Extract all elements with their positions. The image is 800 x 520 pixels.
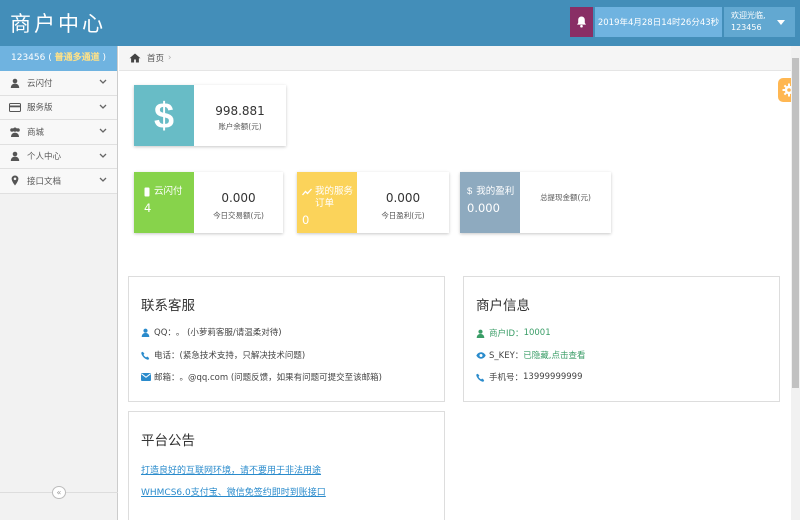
user-icon xyxy=(141,328,151,337)
chevron-down-icon xyxy=(99,128,107,133)
sidebar: 123456 ( 普通多通道 ) 云闪付 服务版 商城 个人中心 接口文档 « xyxy=(0,46,118,520)
yunshanfu-tile: 云闪付 4 xyxy=(134,172,194,233)
qq-label: QQ： xyxy=(154,328,176,338)
service-order-title: 我的服务订单 xyxy=(315,186,354,209)
email-value: 。@qq.com (问题反馈，如果有问题可提交至该邮箱) xyxy=(179,373,382,383)
notice-link[interactable]: WHMCS6.0支付宝、微信免签约即时到账接口 xyxy=(141,485,326,498)
username: 123456 xyxy=(731,23,762,32)
merchant-id-label: 商户ID： xyxy=(489,329,524,339)
merchant-id-value: 10001 xyxy=(523,328,551,338)
trending-up-icon xyxy=(302,188,312,196)
app-title: 商户中心 xyxy=(10,12,106,36)
map-marker-icon xyxy=(9,175,21,187)
user-icon xyxy=(9,150,21,162)
eye-icon xyxy=(476,351,486,359)
service-order-value: 0.000 xyxy=(385,191,421,205)
sidebar-item-personal[interactable]: 个人中心 xyxy=(0,144,117,169)
sidebar-item-service[interactable]: 服务版 xyxy=(0,95,117,120)
sidebar-collapse-button[interactable]: « xyxy=(52,486,66,499)
merchant-phone-label: 手机号： xyxy=(489,373,524,383)
yunshanfu-label: 今日交易额(元) xyxy=(213,211,264,220)
datetime-display: 2019年4月28日14时26分43秒 xyxy=(595,7,722,37)
profit-title: 我的盈利 xyxy=(476,186,515,197)
users-icon xyxy=(9,126,21,138)
skey-reveal-link[interactable]: 已隐藏,点击查看 xyxy=(523,349,585,361)
notice-title: 平台公告 xyxy=(141,433,195,449)
welcome-text: 欢迎光临, xyxy=(731,11,766,20)
yunshanfu-title: 云闪付 xyxy=(154,186,183,197)
page-scrollbar[interactable] xyxy=(791,46,800,520)
merchant-phone-value: 13999999999 xyxy=(523,372,583,382)
breadcrumb-home[interactable]: 首页 xyxy=(147,52,164,64)
scrollbar-thumb[interactable] xyxy=(792,58,799,388)
user-icon xyxy=(9,77,21,89)
profit-card: $ 我的盈利 0.000 总提现金额(元) xyxy=(460,172,611,233)
user-menu[interactable]: 欢迎光临, 123456 xyxy=(724,7,795,37)
balance-label: 账户余额(元) xyxy=(218,122,262,131)
phone-value: (紧急技术支持，只解决技术问题) xyxy=(179,351,306,361)
envelope-icon xyxy=(141,373,151,381)
service-order-card: 我的服务订单 0 0.000 今日盈利(元) xyxy=(297,172,449,233)
sidebar-item-label: 云闪付 xyxy=(27,78,53,89)
balance-value: 998.881 xyxy=(215,104,265,118)
qq-value: 。 (小萝莉客服/请温柔对待) xyxy=(175,328,282,338)
sidebar-item-label: 商城 xyxy=(27,127,45,138)
breadcrumb: 首页 › xyxy=(119,46,800,71)
chevron-down-icon xyxy=(99,104,107,109)
skey-label: S_KEY： xyxy=(489,351,524,361)
contact-email-row: 邮箱： 。@qq.com (问题反馈，如果有问题可提交至该邮箱) xyxy=(141,371,382,383)
bell-icon xyxy=(577,16,586,28)
breadcrumb-separator-icon: › xyxy=(168,53,172,63)
notification-button[interactable] xyxy=(570,7,593,37)
phone-icon xyxy=(141,351,151,360)
sidebar-item-api-docs[interactable]: 接口文档 xyxy=(0,169,117,194)
phone-label: 电话： xyxy=(154,351,180,361)
app-window: 商户中心 2019年4月28日14时26分43秒 欢迎光临, 123456 12… xyxy=(0,0,800,520)
email-label: 邮箱： xyxy=(154,373,180,383)
yunshanfu-value: 0.000 xyxy=(221,191,256,205)
balance-tile: $ xyxy=(134,85,194,146)
chevron-down-icon xyxy=(99,153,107,158)
dollar-icon: $ xyxy=(467,186,473,197)
merchant-info-panel: 商户信息 商户ID： 10001 S_KEY： 已隐藏,点击查看 手机号： 13999… xyxy=(463,276,780,402)
user-icon xyxy=(476,329,486,338)
caret-down-icon xyxy=(777,20,785,25)
balance-card: $ 998.881 账户余额(元) xyxy=(134,85,286,146)
yunshanfu-count: 4 xyxy=(144,201,152,215)
sidebar-item-yunshanfu[interactable]: 云闪付 xyxy=(0,71,117,96)
contact-title: 联系客服 xyxy=(141,298,195,314)
service-order-count: 0 xyxy=(302,213,310,227)
sidebar-item-label: 接口文档 xyxy=(27,176,62,187)
mobile-icon xyxy=(144,187,150,197)
profit-label: 总提现金额(元) xyxy=(540,193,591,202)
skey-row: S_KEY： 已隐藏,点击查看 xyxy=(476,349,586,361)
yunshanfu-card: 云闪付 4 0.000 今日交易额(元) xyxy=(134,172,283,233)
account-id: 123456 xyxy=(11,53,46,63)
sidebar-item-label: 个人中心 xyxy=(27,152,62,163)
top-navbar: 商户中心 2019年4月28日14时26分43秒 欢迎光临, 123456 xyxy=(0,0,800,46)
merchant-phone-row: 手机号： 13999999999 xyxy=(476,371,583,383)
account-badge: 123456 ( 普通多通道 ) xyxy=(0,46,117,71)
merchant-id-row: 商户ID： 10001 xyxy=(476,327,551,339)
chevron-down-icon xyxy=(99,177,107,182)
chevron-down-icon xyxy=(99,79,107,84)
merchant-info-title: 商户信息 xyxy=(476,298,530,314)
platform-notice-panel: 平台公告 打造良好的互联网环境，请不要用于非法用途 WHMCS6.0支付宝、微信… xyxy=(128,411,445,520)
service-order-label: 今日盈利(元) xyxy=(381,211,425,220)
service-order-tile: 我的服务订单 0 xyxy=(297,172,357,233)
contact-phone-row: 电话： (紧急技术支持，只解决技术问题) xyxy=(141,349,305,361)
dollar-icon: $ xyxy=(153,94,175,136)
contact-panel: 联系客服 QQ：。 (小萝莉客服/请温柔对待) 电话： (紧急技术支持，只解决技术… xyxy=(128,276,445,402)
credit-card-icon xyxy=(9,101,21,113)
notice-link[interactable]: 打造良好的互联网环境，请不要用于非法用途 xyxy=(141,463,321,476)
contact-qq-row: QQ：。 (小萝莉客服/请温柔对待) xyxy=(141,326,282,338)
phone-icon xyxy=(476,373,486,382)
home-icon[interactable] xyxy=(129,53,141,63)
profit-value: 0.000 xyxy=(467,201,500,215)
sidebar-item-mall[interactable]: 商城 xyxy=(0,120,117,145)
profit-tile: $ 我的盈利 0.000 xyxy=(460,172,520,233)
account-channel: 普通多通道 xyxy=(54,53,100,63)
sidebar-item-label: 服务版 xyxy=(27,103,53,114)
